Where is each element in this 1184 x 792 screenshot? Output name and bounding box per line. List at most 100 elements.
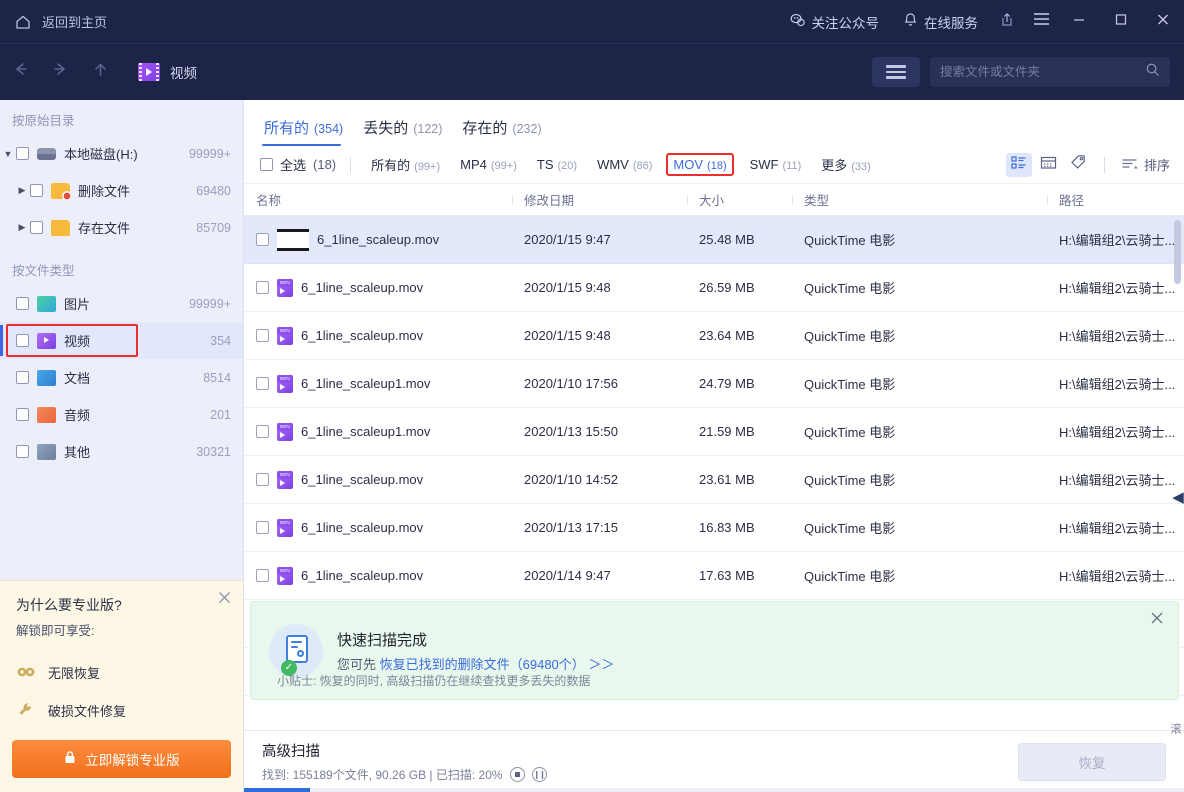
search-icon[interactable] [1145, 62, 1160, 82]
share-button[interactable] [990, 0, 1024, 44]
column-header-type[interactable]: 类型 [792, 190, 1047, 209]
row-checkbox[interactable] [256, 521, 269, 534]
list-view-button[interactable] [1006, 153, 1032, 177]
filter-mp4[interactable]: MP4 (99+) [454, 154, 523, 175]
menu-button[interactable] [1024, 0, 1058, 44]
folder-icon [51, 220, 70, 236]
row-checkbox[interactable] [256, 329, 269, 342]
file-name: 6_1line_scaleup.mov [317, 232, 439, 247]
filter-count: (20) [558, 160, 578, 172]
checkbox-select-all[interactable] [260, 158, 273, 171]
filter-all[interactable]: 所有的 (99+) [365, 152, 446, 177]
close-button[interactable] [1142, 0, 1184, 44]
filter-mov[interactable]: MOV (18) [666, 153, 733, 176]
row-checkbox[interactable] [256, 377, 269, 390]
row-checkbox[interactable] [256, 569, 269, 582]
chevron-right-icon[interactable]: ▶ [14, 185, 30, 196]
banner-arrows[interactable]: ＞＞ [588, 657, 614, 672]
table-row[interactable]: MOV 6_1line_scaleup.mov 2020/1/14 9:47 1… [244, 552, 1184, 600]
column-header-size[interactable]: 大小 [687, 190, 792, 209]
checkbox-documents[interactable] [16, 371, 29, 384]
checkbox-deleted[interactable] [30, 184, 43, 197]
breadcrumb[interactable]: 视频 [138, 62, 197, 82]
cell-date: 2020/1/15 9:48 [512, 280, 687, 295]
sidebar-item-audio[interactable]: 音频 201 [0, 396, 243, 433]
checkbox-others[interactable] [16, 445, 29, 458]
pause-scan-button[interactable]: ❙❙ [532, 767, 547, 782]
table-row[interactable]: MOV 6_1line_scaleup1.mov 2020/1/13 15:50… [244, 408, 1184, 456]
recover-button[interactable]: 恢复 [1018, 743, 1166, 781]
sort-button[interactable]: 排序 [1121, 155, 1170, 174]
select-all-control[interactable]: 全选 (18) [260, 155, 336, 174]
collapse-panel-icon[interactable]: ◀ [1172, 484, 1184, 510]
row-checkbox[interactable] [256, 473, 269, 486]
filter-swf[interactable]: SWF (11) [744, 154, 808, 175]
checkbox-existing[interactable] [30, 221, 43, 234]
table-row[interactable]: MOV 6_1line_scaleup.mov 2020/1/10 14:52 … [244, 456, 1184, 504]
filter-ts[interactable]: TS (20) [531, 154, 583, 175]
detail-view-button[interactable] [1036, 153, 1062, 177]
sidebar-tree-item-existing[interactable]: ▶ 存在文件 85709 [0, 209, 243, 246]
filter-count: (18) [707, 160, 727, 172]
online-service-button[interactable]: 在线服务 [891, 0, 990, 44]
follow-official-account-button[interactable]: 关注公众号 [777, 0, 892, 44]
vertical-scrollbar[interactable] [1174, 220, 1181, 284]
row-checkbox[interactable] [256, 233, 269, 246]
back-button[interactable] [0, 44, 40, 100]
checkbox-images[interactable] [16, 297, 29, 310]
sidebar-tree-item-deleted[interactable]: ▶ 删除文件 69480 [0, 172, 243, 209]
checkbox-audio[interactable] [16, 408, 29, 421]
chevron-down-icon[interactable]: ▼ [0, 149, 16, 159]
lock-icon [63, 750, 77, 768]
table-row[interactable]: MOV 6_1line_scaleup.mov 2020/1/15 9:48 2… [244, 264, 1184, 312]
column-header-path[interactable]: 路径 [1047, 190, 1177, 209]
forward-button[interactable] [40, 44, 80, 100]
search-box[interactable] [930, 57, 1170, 87]
banner-close-button[interactable] [1150, 611, 1164, 630]
home-button[interactable]: 返回到主页 [0, 12, 107, 31]
tag-button[interactable] [1066, 153, 1092, 177]
table-row[interactable]: MOV 6_1line_scaleup.mov 2020/1/15 9:48 2… [244, 312, 1184, 360]
promo-close-button[interactable] [218, 591, 231, 608]
menu-icon [1033, 12, 1050, 31]
checkbox-videos[interactable] [16, 334, 29, 347]
stop-scan-button[interactable] [510, 767, 525, 782]
filter-wmv[interactable]: WMV (86) [591, 154, 658, 175]
sidebar-item-documents[interactable]: 文档 8514 [0, 359, 243, 396]
maximize-button[interactable] [1100, 0, 1142, 44]
chevron-right-icon[interactable]: ▶ [14, 222, 30, 233]
checkbox-disk[interactable] [16, 147, 29, 160]
search-input[interactable] [940, 65, 1145, 79]
sidebar-item-others[interactable]: 其他 30321 [0, 433, 243, 470]
filter-more[interactable]: 更多 (33) [815, 152, 877, 177]
divider [350, 157, 351, 173]
file-name: 6_1line_scaleup1.mov [301, 376, 430, 391]
minimize-button[interactable] [1058, 0, 1100, 44]
scan-status-text: 找到: 155189个文件, 90.26 GB | 已扫描: 20% [262, 766, 503, 783]
video-icon [138, 63, 160, 81]
sidebar-item-images[interactable]: 图片 99999+ [0, 285, 243, 322]
filter-toggle-button[interactable] [872, 57, 920, 87]
row-checkbox[interactable] [256, 281, 269, 294]
table-row[interactable]: MOV 6_1line_scaleup1.mov 2020/1/10 17:56… [244, 360, 1184, 408]
tag-icon [1070, 154, 1087, 175]
divider [1104, 157, 1105, 173]
tab-all[interactable]: 所有的 (354) [260, 117, 359, 146]
tab-lost[interactable]: 丢失的 (122) [359, 117, 458, 146]
cell-date: 2020/1/15 9:47 [512, 232, 687, 247]
column-header-date[interactable]: 修改日期 [512, 190, 687, 209]
sidebar-tree-item-disk[interactable]: ▼ 本地磁盘(H:) 99999+ [0, 135, 243, 172]
sidebar-item-videos[interactable]: 视频 354 [0, 322, 243, 359]
recover-found-files-link[interactable]: 恢复已找到的删除文件（69480个） [380, 657, 585, 672]
column-header-name[interactable]: 名称 [244, 190, 512, 209]
row-checkbox[interactable] [256, 425, 269, 438]
up-button[interactable] [80, 44, 120, 100]
tab-existing[interactable]: 存在的 (232) [458, 117, 557, 146]
cell-path: H:\编辑组2\云骑士... [1047, 374, 1177, 393]
cell-date: 2020/1/14 9:47 [512, 568, 687, 583]
table-row[interactable]: 6_1line_scaleup.mov 2020/1/15 9:47 25.48… [244, 216, 1184, 264]
unlock-pro-button[interactable]: 立即解锁专业版 [12, 740, 231, 778]
cell-size: 16.83 MB [687, 520, 792, 535]
table-row[interactable]: MOV 6_1line_scaleup.mov 2020/1/13 17:15 … [244, 504, 1184, 552]
sidebar-scroll: 按原始目录 ▼ 本地磁盘(H:) 99999+ ▶ 删除文件 69480 ▶ 存… [0, 100, 243, 580]
